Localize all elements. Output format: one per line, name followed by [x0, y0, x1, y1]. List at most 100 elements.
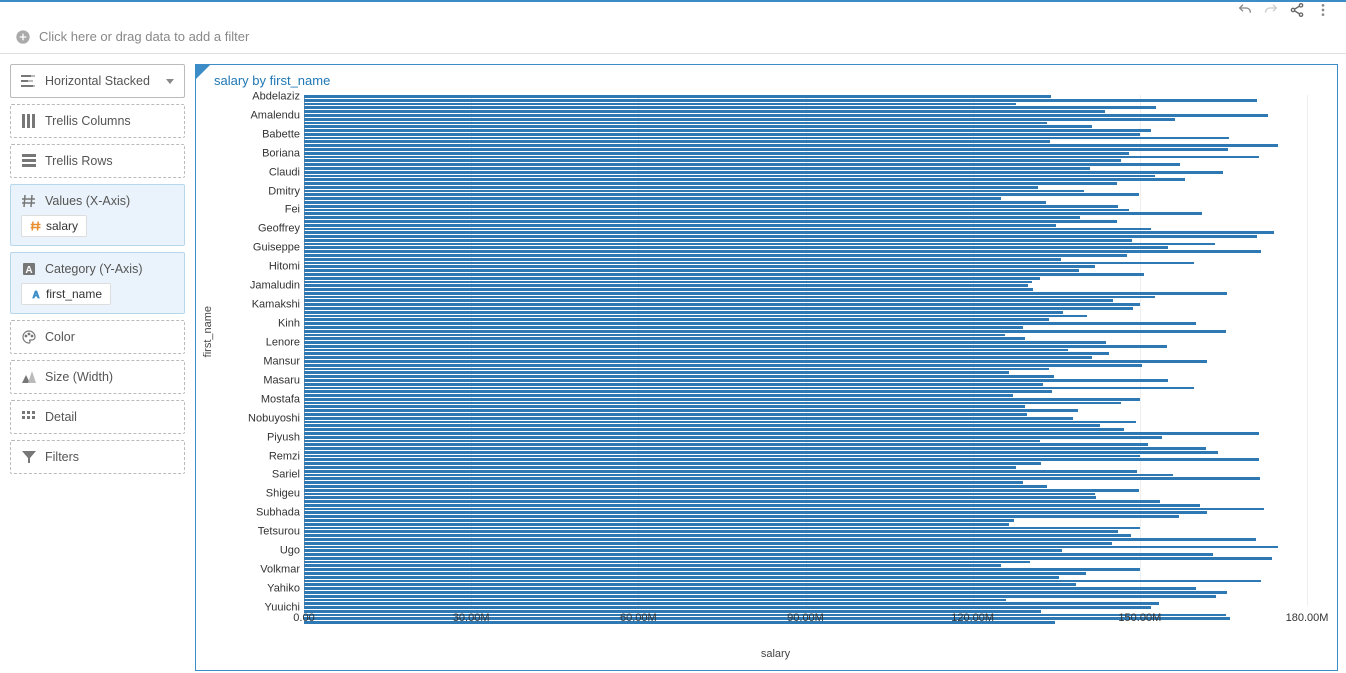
bar[interactable]	[304, 345, 1167, 348]
bar[interactable]	[304, 496, 1096, 499]
bar[interactable]	[304, 144, 1278, 147]
bar[interactable]	[304, 254, 1127, 257]
bar[interactable]	[304, 277, 1040, 280]
menu-icon[interactable]	[1315, 2, 1331, 21]
bar[interactable]	[304, 265, 1095, 268]
bar[interactable]	[304, 413, 1027, 416]
bar[interactable]	[304, 383, 1043, 386]
bar[interactable]	[304, 303, 1140, 306]
values-chip-salary[interactable]: salary	[21, 215, 87, 237]
bar[interactable]	[304, 307, 1133, 310]
bar[interactable]	[304, 602, 1159, 605]
bar[interactable]	[304, 341, 1106, 344]
bar[interactable]	[304, 209, 1129, 212]
bar[interactable]	[304, 587, 1196, 590]
bar[interactable]	[304, 281, 1032, 284]
bar[interactable]	[304, 140, 1050, 143]
bar[interactable]	[304, 201, 1046, 204]
bar[interactable]	[304, 591, 1227, 594]
bar[interactable]	[304, 458, 1259, 461]
bar[interactable]	[304, 546, 1278, 549]
bar[interactable]	[304, 557, 1272, 560]
bar[interactable]	[304, 387, 1194, 390]
bar[interactable]	[304, 118, 1175, 121]
bar[interactable]	[304, 299, 1113, 302]
bar[interactable]	[304, 262, 1194, 265]
bar[interactable]	[304, 580, 1261, 583]
bar[interactable]	[304, 466, 1016, 469]
bar[interactable]	[304, 493, 1095, 496]
bar[interactable]	[304, 212, 1202, 215]
bar[interactable]	[304, 322, 1196, 325]
category-chip-firstname[interactable]: A first_name	[21, 283, 111, 305]
bar[interactable]	[304, 481, 1023, 484]
bar[interactable]	[304, 106, 1156, 109]
bar[interactable]	[304, 500, 1160, 503]
bar[interactable]	[304, 231, 1274, 234]
bar[interactable]	[304, 228, 1151, 231]
bar[interactable]	[304, 171, 1223, 174]
trellis-columns-dropzone[interactable]: Trellis Columns	[10, 104, 185, 138]
bar[interactable]	[304, 205, 1118, 208]
bar[interactable]	[304, 405, 1025, 408]
bar[interactable]	[304, 515, 1179, 518]
bar[interactable]	[304, 564, 1001, 567]
bar[interactable]	[304, 534, 1131, 537]
bar[interactable]	[304, 334, 1005, 337]
bar[interactable]	[304, 273, 1144, 276]
bar[interactable]	[304, 190, 1084, 193]
detail-dropzone[interactable]: Detail	[10, 400, 185, 434]
bar[interactable]	[304, 424, 1100, 427]
filter-bar[interactable]: Click here or drag data to add a filter	[0, 20, 1346, 54]
bar[interactable]	[304, 462, 1041, 465]
bar[interactable]	[304, 477, 1260, 480]
bar[interactable]	[304, 519, 1014, 522]
bar[interactable]	[304, 103, 1016, 106]
bar[interactable]	[304, 523, 1009, 526]
bar[interactable]	[304, 576, 1059, 579]
bar[interactable]	[304, 352, 1109, 355]
bar[interactable]	[304, 193, 1139, 196]
bar[interactable]	[304, 258, 1061, 261]
bar[interactable]	[304, 250, 1261, 253]
bar[interactable]	[304, 178, 1185, 181]
bar[interactable]	[304, 246, 1168, 249]
bar[interactable]	[304, 390, 1052, 393]
bar[interactable]	[304, 451, 1218, 454]
bar[interactable]	[304, 235, 1257, 238]
bar[interactable]	[304, 368, 1049, 371]
bar[interactable]	[304, 292, 1227, 295]
bar[interactable]	[304, 470, 1137, 473]
filters-dropzone[interactable]: Filters	[10, 440, 185, 474]
chart-type-dropdown[interactable]: Horizontal Stacked	[10, 64, 185, 98]
bar[interactable]	[304, 474, 1173, 477]
bar[interactable]	[304, 167, 1090, 170]
bar[interactable]	[304, 269, 1079, 272]
values-x-axis-dropzone[interactable]: Values (X-Axis) salary	[10, 184, 185, 246]
bar[interactable]	[304, 284, 1028, 287]
bar[interactable]	[304, 156, 1259, 159]
bar[interactable]	[304, 504, 1200, 507]
bar[interactable]	[304, 175, 1155, 178]
bar[interactable]	[304, 394, 1013, 397]
bar[interactable]	[304, 318, 1049, 321]
bar[interactable]	[304, 330, 1226, 333]
undo-icon[interactable]	[1237, 2, 1253, 21]
trellis-rows-dropzone[interactable]: Trellis Rows	[10, 144, 185, 178]
bar[interactable]	[304, 606, 1151, 609]
bar[interactable]	[304, 110, 1105, 113]
bar[interactable]	[304, 349, 1068, 352]
bar[interactable]	[304, 243, 1215, 246]
bar[interactable]	[304, 455, 1140, 458]
bar[interactable]	[304, 163, 1180, 166]
bar[interactable]	[304, 288, 1033, 291]
bar[interactable]	[304, 356, 1092, 359]
bar[interactable]	[304, 99, 1257, 102]
bar[interactable]	[304, 432, 1259, 435]
redo-icon[interactable]	[1263, 2, 1279, 21]
bar[interactable]	[304, 186, 1038, 189]
bar[interactable]	[304, 216, 1080, 219]
bar[interactable]	[304, 315, 1087, 318]
bar[interactable]	[304, 542, 1112, 545]
bar[interactable]	[304, 508, 1264, 511]
